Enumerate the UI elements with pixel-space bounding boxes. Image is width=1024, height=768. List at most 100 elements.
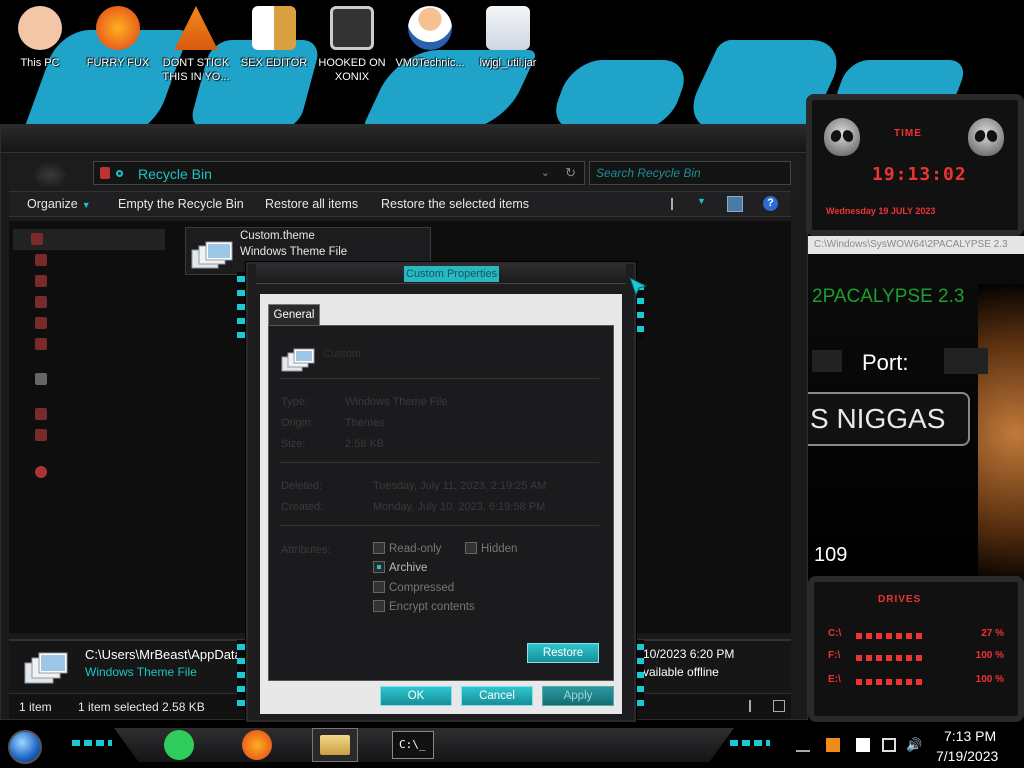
nav-item[interactable] [13,462,165,483]
taskbar-time[interactable]: 7:13 PM [944,728,996,744]
nav-item[interactable] [13,292,165,313]
folder-icon [35,254,47,266]
desktop-icon-label: This PC [20,57,60,69]
cancel-button[interactable]: Cancel [461,686,533,706]
start-button[interactable] [8,730,42,764]
window-titlebar[interactable] [1,125,807,153]
chevron-down-icon[interactable]: ▼ [697,196,706,206]
created-label: Created: [281,501,324,513]
desktop-icon-sex-editor[interactable]: SEX EDITOR [234,4,314,70]
favorites-icon [31,233,43,245]
ok-button[interactable]: OK [380,686,452,706]
desktop-icon-label: VM0Technic... [395,57,465,69]
nav-item[interactable] [13,425,165,446]
compressed-label: Compressed [389,582,455,594]
restore-button[interactable]: Restore [527,643,599,663]
alien-head-icon [968,118,1004,156]
nav-item[interactable] [13,404,165,425]
checkbox-box [373,581,385,593]
hidden-label: Hidden [481,543,518,555]
app-path-strip: C:\Windows\SysWOW64\2PACALYPSE 2.3 [808,236,1024,254]
cmd-taskbar-button[interactable]: C:\_ [392,731,434,759]
hidden-checkbox[interactable]: Hidden [465,542,517,555]
item-count: 1 item [19,700,52,714]
checkbox-box [373,600,385,612]
desktop-icon-this-pc[interactable]: This PC [0,4,80,70]
restore-selected-button[interactable]: Restore the selected items [381,197,529,211]
notes-app-icon[interactable] [164,730,194,760]
desktop-icon-xonix[interactable]: HOOKED ON XONIX [312,4,392,84]
address-bar[interactable]: Recycle Bin ⌄ ↻ [93,161,585,185]
nav-item[interactable] [13,313,165,334]
desktop-icon-furry-fux[interactable]: FURRY FUX [78,4,158,70]
computer-icon [35,408,47,420]
apply-button[interactable]: Apply [542,686,614,706]
restore-all-button[interactable]: Restore all items [265,197,358,211]
taskbar-date[interactable]: 7/19/2023 [936,748,998,764]
empty-recycle-bin-button[interactable]: Empty the Recycle Bin [118,197,244,211]
tab-general[interactable]: General [268,304,320,326]
selection-info: 1 item selected 2.58 KB [78,700,205,714]
encrypt-checkbox[interactable]: Encrypt contents [373,600,475,613]
drive-usage-bar [856,679,926,685]
type-label: Type: [281,396,308,408]
readonly-label: Read-only [389,543,442,555]
details-view-icon[interactable] [749,700,761,712]
ip-field[interactable] [812,350,842,372]
help-icon[interactable]: ? [763,196,778,211]
drive-row-e: E:\ 100 % [828,674,1004,690]
desktop-icon-vlc[interactable]: DONT STICK THIS IN YO... [156,4,236,84]
homegroup-icon [35,373,47,385]
nav-item[interactable] [13,369,165,390]
large-icons-view-icon[interactable] [773,700,785,712]
refresh-icon[interactable]: ↻ [565,165,576,181]
organize-button[interactable]: Organize ▼ [27,197,91,211]
recycle-bin-icon [100,167,110,179]
explorer-taskbar-button[interactable] [312,728,358,762]
desktop-icon-label: SEX EDITOR [240,57,308,69]
folder-icon [35,296,47,308]
port-input[interactable] [944,348,988,374]
nav-item[interactable] [13,250,165,271]
type-value: Windows Theme File [345,396,448,408]
chevron-down-icon[interactable]: ⌄ [541,166,550,179]
preview-pane-icon[interactable] [727,196,743,212]
frame-accent [237,272,245,342]
organize-label: Organize [27,197,78,211]
banner-button[interactable]: S NIGGAS [808,392,970,446]
view-options-icon[interactable] [671,198,685,210]
folder-icon [35,275,47,287]
network-icon[interactable] [882,738,896,752]
readonly-checkbox[interactable]: Read-only [373,542,441,555]
dialog-titlebar[interactable]: Custom Properties [256,264,626,284]
desktop-icon-label: DONT STICK THIS IN YO... [162,57,230,83]
clock-date: Wednesday 19 JULY 2023 [826,206,936,216]
vlc-cone-icon [174,6,218,50]
search-box[interactable] [589,161,791,185]
firefox-icon[interactable] [242,730,272,760]
back-forward-icon[interactable] [33,163,67,187]
file-type: Windows Theme File [240,246,348,258]
dialog-body: General Custom Type: Windows Theme File … [260,294,622,714]
alien-head-icon [824,118,860,156]
tray-app-icon[interactable] [826,738,840,752]
desktop-icon-vm0technic[interactable]: VM0Technic... [390,4,470,70]
show-hidden-icons-icon[interactable] [796,738,810,752]
volume-icon[interactable]: 🔊 [906,738,922,752]
action-center-icon[interactable] [856,738,870,752]
nav-item[interactable] [13,271,165,292]
clock-time: 19:13:02 [872,164,967,185]
details-path: C:\Users\MrBeast\AppData [85,647,242,662]
archive-checkbox[interactable]: Archive [373,561,427,574]
desktop-icon-lwjgl[interactable]: lwjgl_util.jar [468,4,548,70]
drives-widget: DRIVES C:\ 27 % F:\ 100 % E:\ 100 % [808,576,1024,722]
nav-item[interactable] [13,229,165,250]
nav-item[interactable] [13,334,165,355]
count-value: 109 [814,544,848,566]
compressed-checkbox[interactable]: Compressed [373,581,454,594]
theme-file-icon [24,652,68,684]
taskbar-accent [730,740,770,746]
address-path[interactable]: Recycle Bin [138,166,212,182]
checkbox-box [373,561,385,573]
search-input[interactable] [590,162,790,184]
